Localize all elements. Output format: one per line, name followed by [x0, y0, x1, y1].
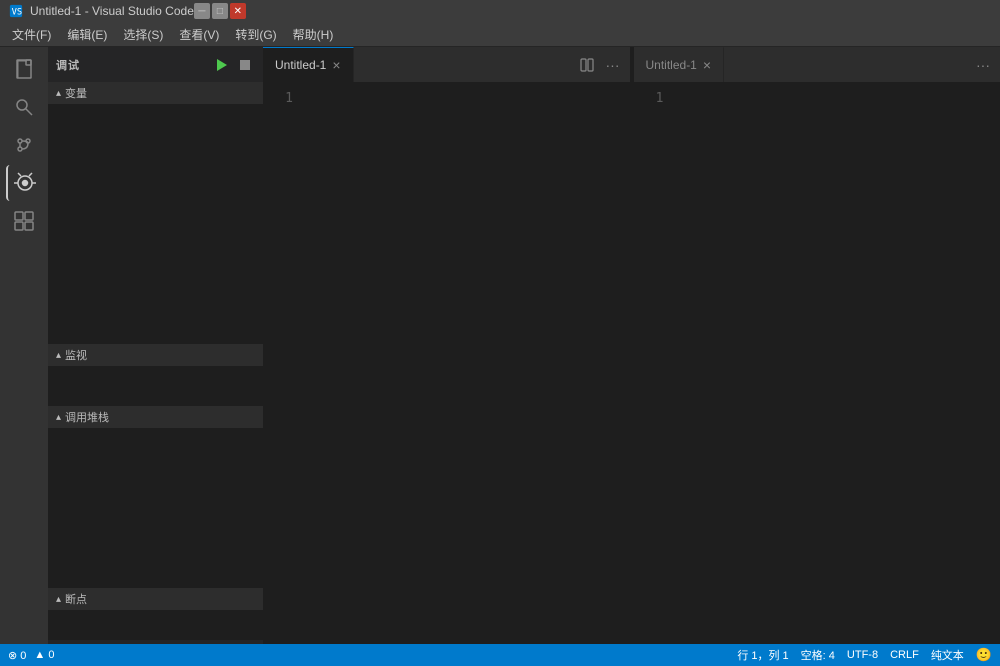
- line-numbers-left: 1: [263, 82, 303, 116]
- variables-label: 变量: [65, 85, 87, 101]
- activity-icon-files[interactable]: [6, 51, 42, 87]
- menu-bar: 文件(F) 编辑(E) 选择(S) 查看(V) 转到(G) 帮助(H): [0, 22, 1000, 47]
- editor-group-2: Untitled-1 × ··· 1: [634, 47, 1000, 644]
- callstack-header[interactable]: ▴ 调用堆栈: [48, 406, 263, 428]
- watch-section: ▴ 监视: [48, 344, 263, 406]
- debug-start-button[interactable]: [211, 55, 231, 75]
- callstack-arrow: ▴: [56, 412, 61, 423]
- activity-icon-extensions[interactable]: [6, 203, 42, 239]
- line-numbers-right: 1: [634, 82, 674, 116]
- menu-goto[interactable]: 转到(G): [227, 24, 284, 45]
- editor-groups: Untitled-1 × ···: [263, 47, 1000, 644]
- close-button[interactable]: ✕: [230, 3, 246, 19]
- activity-icon-search[interactable]: [6, 89, 42, 125]
- tab-untitled-1-left[interactable]: Untitled-1 ×: [263, 47, 354, 82]
- tab-close-right[interactable]: ×: [703, 57, 711, 73]
- menu-file[interactable]: 文件(F): [4, 24, 59, 45]
- callstack-body: [48, 428, 263, 588]
- title-bar: VS Untitled-1 - Visual Studio Code ─ □ ✕: [0, 0, 1000, 22]
- minimize-button[interactable]: ─: [194, 3, 210, 19]
- menu-select[interactable]: 选择(S): [115, 24, 171, 45]
- tab-actions-right: ···: [966, 47, 1000, 82]
- activity-icon-git[interactable]: [6, 127, 42, 163]
- tab-untitled-1-right[interactable]: Untitled-1 ×: [634, 47, 725, 82]
- status-encoding[interactable]: UTF-8: [847, 649, 878, 661]
- breakpoints-body: [48, 610, 263, 640]
- breakpoints-section: ▴ 断点: [48, 588, 263, 640]
- variables-header[interactable]: ▴ 变量: [48, 82, 263, 104]
- breakpoints-header[interactable]: ▴ 断点: [48, 588, 263, 610]
- watch-label: 监视: [65, 347, 87, 363]
- tab-label-right: Untitled-1: [646, 58, 697, 72]
- sidebar-header: 调试: [48, 47, 263, 82]
- menu-view[interactable]: 查看(V): [171, 24, 227, 45]
- breakpoints-label: 断点: [65, 591, 87, 607]
- tab-bar-1: Untitled-1 × ···: [263, 47, 630, 82]
- more-actions-button-right[interactable]: ···: [972, 54, 994, 76]
- window-controls: ─ □ ✕: [194, 3, 246, 19]
- status-bar: ⊗ 0 ▲ 0 行 1，列 1 空格: 4 UTF-8 CRLF 纯文本 🙂: [0, 644, 1000, 666]
- editor-group-1: Untitled-1 × ···: [263, 47, 630, 644]
- watch-body: [48, 366, 263, 406]
- editor-area: Untitled-1 × ···: [263, 47, 1000, 644]
- status-language[interactable]: 纯文本: [931, 647, 964, 663]
- activity-bar: [0, 47, 48, 644]
- status-smiley[interactable]: 🙂: [976, 647, 992, 663]
- main-area: 调试 ▴ 变量 ▴ 监视: [0, 47, 1000, 644]
- variables-arrow: ▴: [56, 88, 61, 99]
- callstack-label: 调用堆栈: [65, 409, 109, 425]
- variables-section: ▴ 变量: [48, 82, 263, 344]
- app-icon: VS: [8, 3, 24, 19]
- status-line-ending[interactable]: CRLF: [890, 649, 919, 661]
- menu-edit[interactable]: 编辑(E): [59, 24, 115, 45]
- maximize-button[interactable]: □: [212, 3, 228, 19]
- breakpoints-arrow: ▴: [56, 594, 61, 605]
- callstack-section: ▴ 调用堆栈: [48, 406, 263, 588]
- svg-text:VS: VS: [12, 8, 23, 18]
- status-errors[interactable]: ⊗ 0: [8, 649, 26, 662]
- activity-icon-debug[interactable]: [6, 165, 42, 201]
- watch-header[interactable]: ▴ 监视: [48, 344, 263, 366]
- menu-help[interactable]: 帮助(H): [285, 24, 342, 45]
- sidebar: 调试 ▴ 变量 ▴ 监视: [48, 47, 263, 644]
- tab-bar-2: Untitled-1 × ···: [634, 47, 1000, 82]
- editor-content-right[interactable]: 1: [634, 82, 1000, 644]
- more-actions-button-left[interactable]: ···: [602, 54, 624, 76]
- tab-label: Untitled-1: [275, 58, 326, 72]
- variables-body: [48, 104, 263, 344]
- status-spaces[interactable]: 空格: 4: [801, 647, 835, 663]
- tab-close-left[interactable]: ×: [332, 57, 340, 73]
- status-right: 行 1，列 1 空格: 4 UTF-8 CRLF 纯文本 🙂: [737, 647, 992, 663]
- status-left: ⊗ 0 ▲ 0: [8, 649, 54, 662]
- editor-content-left[interactable]: 1: [263, 82, 630, 644]
- debug-stop-button[interactable]: [235, 55, 255, 75]
- title-text: Untitled-1 - Visual Studio Code: [30, 4, 194, 18]
- watch-arrow: ▴: [56, 350, 61, 361]
- tab-actions-left: ···: [570, 47, 630, 82]
- split-editor-button[interactable]: [576, 54, 598, 76]
- status-warnings[interactable]: ▲ 0: [34, 649, 54, 661]
- status-position[interactable]: 行 1，列 1: [737, 647, 788, 663]
